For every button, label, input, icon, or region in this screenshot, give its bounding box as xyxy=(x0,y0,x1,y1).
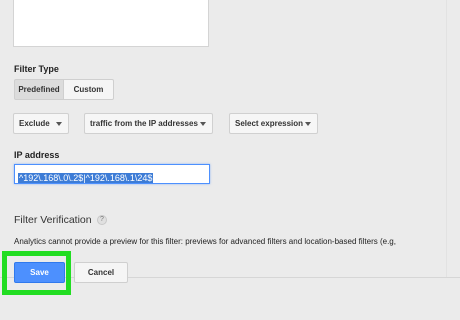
filter-editor: Filter Type Predefined Custom Exclude tr… xyxy=(0,0,460,320)
panel-edge xyxy=(446,0,447,277)
expression-dropdown[interactable]: Select expression xyxy=(229,113,318,134)
help-icon[interactable]: ? xyxy=(97,215,107,225)
filter-name-input[interactable] xyxy=(13,0,209,47)
save-button[interactable]: Save xyxy=(14,262,65,283)
filter-verification-message: Analytics cannot provide a preview for t… xyxy=(14,237,396,246)
expression-dropdown-label: Select expression xyxy=(235,119,304,128)
ip-address-label: IP address xyxy=(14,150,60,160)
ip-address-input[interactable]: ^192\.168\.0\.2$|^192\.168\.1\24$ xyxy=(14,164,210,184)
action-dropdown-label: Exclude xyxy=(19,119,50,128)
source-dropdown-label: traffic from the IP addresses xyxy=(90,119,198,128)
source-dropdown[interactable]: traffic from the IP addresses xyxy=(84,113,213,134)
chevron-down-icon xyxy=(200,122,206,126)
cancel-button[interactable]: Cancel xyxy=(74,262,128,283)
filter-verification-title: Filter Verification xyxy=(14,214,92,226)
action-dropdown[interactable]: Exclude xyxy=(13,113,69,134)
filter-type-label: Filter Type xyxy=(14,64,59,74)
filter-type-custom-button[interactable]: Custom xyxy=(64,79,114,100)
ip-address-value: ^192\.168\.0\.2$|^192\.168\.1\24$ xyxy=(18,173,154,183)
chevron-down-icon xyxy=(56,122,62,126)
filter-type-predefined-button[interactable]: Predefined xyxy=(14,79,64,100)
chevron-down-icon xyxy=(305,122,311,126)
